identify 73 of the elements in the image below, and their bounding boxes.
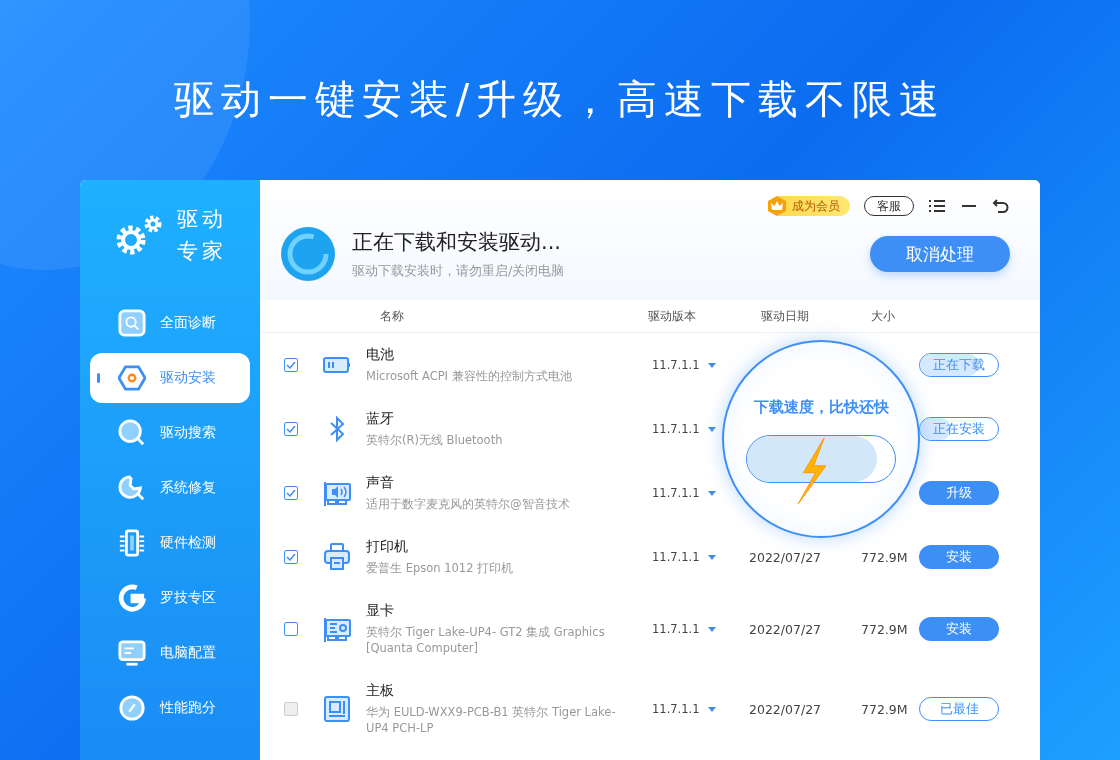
driver-size: 772.9M [861, 549, 909, 565]
device-description: 英特尔 Tiger Lake-UP4- GT2 集成 Graphics [Quanta Computer] [366, 624, 606, 656]
checkbox[interactable] [284, 550, 298, 564]
driver-version: 11.7.1.1 [652, 550, 700, 564]
driver-size: 772.9M [861, 621, 909, 637]
search-icon [118, 419, 146, 447]
vip-button[interactable]: 成为会员 [770, 196, 850, 216]
dropdown-caret-icon[interactable] [707, 426, 716, 432]
status-button[interactable]: 正在下载 [919, 353, 999, 377]
monitor-icon [118, 639, 146, 667]
driver-version: 11.7.1.1 [652, 358, 700, 372]
action-button[interactable]: 安装 [919, 545, 999, 569]
action-button[interactable]: 安装 [919, 617, 999, 641]
sidebar-item[interactable]: 驱动安装 [90, 353, 250, 403]
device-name: 主板 [366, 682, 395, 700]
back-icon[interactable] [992, 197, 1010, 215]
status-title: 正在下载和安装驱动... [352, 229, 563, 256]
status-button[interactable]: 正在安装 [919, 417, 999, 441]
column-header: 驱动日期 [761, 307, 810, 325]
device-name: 打印机 [366, 538, 409, 556]
driver-version: 11.7.1.1 [652, 702, 700, 716]
printer-icon [322, 542, 352, 572]
device-description: Microsoft ACPI 兼容性的控制方式电池 [366, 368, 573, 384]
speed-slogan: 下载速度，比快还快 [753, 398, 889, 417]
board-icon [322, 694, 352, 724]
driver-date: 2022/07/27 [749, 549, 823, 565]
action-button[interactable]: 升级 [919, 481, 999, 505]
dropdown-caret-icon[interactable] [707, 706, 716, 712]
device-description: 华为 EULD-WXX9-PCB-B1 英特尔 Tiger Lake-UP4 PCH-LP [366, 704, 617, 736]
driver-version: 11.7.1.1 [652, 622, 700, 636]
hardware-icon [118, 529, 146, 557]
sidebar-item[interactable]: 硬件检测 [90, 518, 250, 568]
checkbox[interactable] [284, 622, 298, 636]
dropdown-caret-icon[interactable] [707, 554, 716, 560]
checkbox[interactable] [284, 486, 298, 500]
dropdown-caret-icon[interactable] [707, 626, 716, 632]
driver-version: 11.7.1.1 [652, 422, 700, 436]
device-name: 蓝牙 [366, 410, 395, 428]
app-name: 驱动 专家 [177, 206, 227, 265]
sidebar-item[interactable]: 罗技专区 [90, 573, 250, 623]
device-description: 适用于数字麦克风的英特尔@智音技术 [366, 496, 571, 512]
device-name: 电池 [366, 346, 395, 364]
device-name: 声音 [366, 474, 395, 492]
menu-icon[interactable] [928, 197, 946, 215]
driver-date: 2022/07/27 [749, 621, 823, 637]
status-subtitle: 驱动下载安装时，请勿重启/关闭电脑 [352, 262, 566, 280]
headline: 驱动一键安装/升级，高速下载不限速 [172, 75, 948, 124]
column-header: 驱动版本 [648, 307, 697, 325]
repair-icon [118, 474, 146, 502]
device-description: 爱普生 Epson 1012 打印机 [366, 560, 515, 576]
diagnose-icon [118, 309, 146, 337]
column-header: 名称 [380, 307, 405, 325]
cancel-button[interactable]: 取消处理 [870, 236, 1010, 272]
driver-date: 2022/07/27 [749, 701, 823, 717]
sidebar-item[interactable]: 驱动搜索 [90, 408, 250, 458]
device-description: 英特尔(R)无线 Bluetooth [366, 432, 504, 448]
loading-spinner-icon [280, 226, 336, 282]
column-header: 大小 [871, 307, 896, 325]
crown-icon [766, 195, 788, 217]
checkbox[interactable] [284, 422, 298, 436]
install-icon [118, 364, 146, 392]
dropdown-caret-icon[interactable] [707, 362, 716, 368]
sidebar-item[interactable]: 系统修复 [90, 463, 250, 513]
driver-size: 772.9M [861, 701, 909, 717]
sidebar-item[interactable]: 全面诊断 [90, 298, 250, 348]
device-name: 显卡 [366, 602, 395, 620]
sidebar-item[interactable]: 电脑配置 [90, 628, 250, 678]
gauge-icon [118, 694, 146, 722]
dropdown-caret-icon[interactable] [707, 490, 716, 496]
driver-version: 11.7.1.1 [652, 486, 700, 500]
sidebar-item[interactable]: 性能跑分 [90, 683, 250, 733]
customer-service-button[interactable]: 客服 [864, 196, 914, 216]
checkbox[interactable] [284, 358, 298, 372]
